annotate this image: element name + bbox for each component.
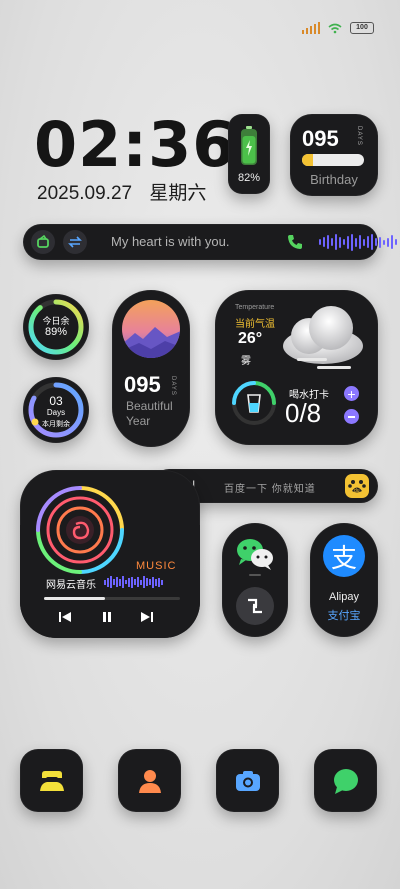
water-ring-icon: [232, 381, 276, 425]
message-text: My heart is with you.: [111, 234, 230, 249]
plus-icon: +: [347, 385, 356, 402]
contacts-icon: [39, 770, 64, 791]
camera-icon: [235, 770, 260, 791]
baidu-badge-text: du: [354, 488, 360, 494]
month-remaining-widget[interactable]: 03 Days 本月剩余: [23, 377, 89, 443]
beautiful-year-widget[interactable]: [112, 290, 190, 447]
water-value: 0/8: [285, 398, 322, 428]
beautiful-year-line1: Beautiful: [126, 399, 173, 413]
birthday-progress-fill: [302, 154, 314, 166]
birthday-days-unit: DAYS: [356, 126, 362, 146]
battery-level-icon: [241, 126, 257, 165]
water-subtract-button[interactable]: [344, 409, 359, 424]
weather-title-cn: 当前气温: [235, 319, 275, 330]
minus-icon: [348, 415, 355, 418]
dock-camera-button[interactable]: [216, 749, 279, 812]
dock-messages-button[interactable]: [314, 749, 377, 812]
birthday-label: Birthday: [310, 172, 358, 187]
today-remaining-widget[interactable]: 今日余 89%: [23, 294, 89, 360]
weather-widget[interactable]: Temperature 当前气温 26° 雾 喝水打卡 0/8 +: [215, 290, 378, 445]
previous-track-icon[interactable]: [58, 610, 72, 624]
transfer-icon: [68, 236, 82, 248]
message-bar[interactable]: My heart is with you.: [23, 224, 397, 260]
clock-time: 02:36: [34, 108, 237, 181]
message-bubble-icon: [333, 768, 358, 794]
birthday-widget[interactable]: 095 DAYS Birthday: [290, 114, 378, 196]
weather-condition: 雾: [241, 356, 251, 367]
water-add-button[interactable]: +: [344, 386, 359, 401]
battery-icon: 100: [350, 22, 374, 34]
paw-icon: [348, 480, 366, 493]
sunset-mountain-image: [122, 300, 180, 358]
wallet-button[interactable]: [31, 230, 55, 254]
search-placeholder[interactable]: 百度一下 你就知道: [224, 480, 316, 495]
next-track-icon[interactable]: [140, 610, 154, 624]
wechat-divider: [249, 574, 261, 576]
birthday-progress-bar: [302, 154, 364, 166]
clock-date: 2025.09.27 星期六: [37, 178, 218, 205]
date-text: 2025.09.27: [37, 183, 133, 204]
pause-icon[interactable]: [100, 610, 114, 624]
alipay-widget[interactable]: 支 Alipay 支付宝: [310, 523, 378, 637]
alipay-label-en: Alipay: [329, 591, 359, 603]
dock-person-button[interactable]: [118, 749, 181, 812]
weekday-text: 星期六: [149, 183, 207, 204]
netease-ring-icon: [36, 486, 124, 574]
scan-icon: [248, 598, 262, 614]
wechat-scan-button[interactable]: [236, 587, 274, 625]
music-tag: MUSIC: [136, 560, 177, 572]
dock-contacts-button[interactable]: [20, 749, 83, 812]
audio-wave-icon: [319, 233, 397, 251]
wechat-icon: [237, 539, 273, 570]
beautiful-year-line2: Year: [126, 414, 151, 428]
month-ring-unit: Days: [46, 408, 66, 417]
beautiful-year-days: 095: [124, 372, 161, 397]
music-app-name: 网易云音乐: [46, 580, 96, 591]
wifi-icon: [328, 23, 342, 33]
beautiful-year-unit: DAYS: [170, 376, 176, 396]
baidu-paw-icon[interactable]: du: [345, 474, 369, 498]
status-bar: 100: [302, 22, 374, 34]
battery-percent: 82%: [237, 172, 261, 184]
today-ring-value: 89%: [44, 326, 68, 338]
cloud-icon: [283, 306, 363, 369]
person-icon: [138, 769, 161, 793]
weather-temperature: 26°: [238, 330, 263, 347]
phone-icon[interactable]: [287, 234, 303, 250]
month-ring-value: 03: [49, 394, 63, 408]
month-ring-caption: 本月剩余: [42, 421, 70, 428]
music-wave-icon: [104, 576, 163, 588]
music-progress-bar[interactable]: [44, 597, 180, 600]
alipay-logo-icon: 支: [323, 535, 365, 577]
birthday-days-count: 095: [302, 126, 339, 151]
transfer-button[interactable]: [63, 230, 87, 254]
wechat-widget[interactable]: [222, 523, 288, 637]
music-progress-fill: [44, 597, 106, 600]
signal-icon: [302, 22, 320, 34]
alipay-label-cn: 支付宝: [327, 610, 361, 622]
wallet-icon: [37, 235, 49, 248]
battery-widget[interactable]: 82%: [228, 114, 270, 194]
weather-title-en: Temperature: [235, 304, 275, 311]
